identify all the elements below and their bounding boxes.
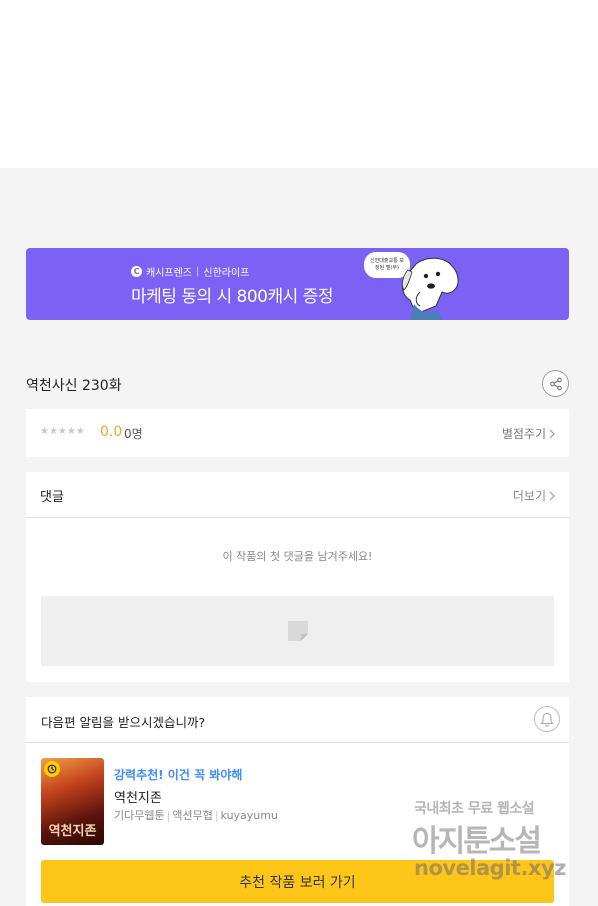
comments-more-button[interactable]: 더보기 xyxy=(513,487,555,504)
chevron-right-icon xyxy=(549,429,555,438)
promo-banner[interactable]: C 캐시프렌즈 | 신한라이프 마케팅 동의 시 800캐시 증정 신한대출교통… xyxy=(26,248,569,320)
comments-empty-message: 이 작품의 첫 댓글을 남겨주세요! xyxy=(222,550,373,563)
banner-headline: 마케팅 동의 시 800캐시 증정 xyxy=(131,287,333,307)
rating-card: ★★★★★ 0.0 0명 별점주기 xyxy=(26,409,569,457)
watermark-line2: 아지툰소설 xyxy=(412,824,542,859)
banner-brand-left: 캐시프렌즈 xyxy=(146,268,192,279)
dog-mascot-icon xyxy=(401,257,459,320)
comments-card: 댓글 더보기 이 작품의 첫 댓글을 남겨주세요! xyxy=(26,472,569,682)
recommendation-meta: 기다무웹툰 | 액션무협 | kuyayumu xyxy=(114,807,278,823)
watermark-line1: 국내최초 무료 웹소설 xyxy=(414,801,535,817)
recommendation-thumbnail[interactable]: 역천지존 xyxy=(41,758,104,845)
comments-header: 댓글 더보기 xyxy=(26,472,569,518)
episode-title-row: 역천사신 230화 xyxy=(26,370,569,398)
thumbnail-title-art: 역천지존 xyxy=(48,824,97,839)
notify-header: 다음편 알림을 받으시겠습니까? xyxy=(26,697,569,743)
bell-icon xyxy=(540,712,554,727)
recommendation-title[interactable]: 역천지존 xyxy=(114,787,162,806)
share-icon xyxy=(549,377,562,390)
share-button[interactable] xyxy=(542,370,569,397)
recommendation-category: 액션무협 xyxy=(172,809,213,822)
chevron-right-icon xyxy=(549,491,555,500)
comment-input-area[interactable] xyxy=(41,596,554,666)
notify-bell-button[interactable] xyxy=(534,706,560,732)
rating-count: 0명 xyxy=(124,427,143,441)
recommendation-author: kuyayumu xyxy=(220,809,278,822)
rate-button[interactable]: 별점주기 xyxy=(502,425,555,442)
recommendation-genre: 기다무웹툰 xyxy=(114,809,165,822)
comments-more-label: 더보기 xyxy=(512,489,546,503)
banner-brand-separator: | xyxy=(196,266,200,277)
notify-question: 다음편 알림을 받으시겠습니까? xyxy=(41,715,206,730)
rate-button-label: 별점주기 xyxy=(501,427,546,441)
banner-brand-right: 신한라이프 xyxy=(203,268,250,279)
top-blank-area xyxy=(0,0,598,168)
episode-title: 역천사신 230화 xyxy=(26,378,122,394)
comment-placeholder-icon xyxy=(287,621,308,641)
meta-separator: | xyxy=(166,809,171,822)
site-watermark: 국내최초 무료 웹소설 아지툰소설 novelagit.xyz xyxy=(410,798,598,890)
clock-badge-icon xyxy=(44,761,60,777)
banner-brands: C 캐시프렌즈 | 신한라이프 xyxy=(131,264,249,279)
rating-stars: ★★★★★ xyxy=(40,426,85,437)
rating-score: 0.0 xyxy=(100,424,123,440)
recommendation-tag: 강력추천! 이건 꼭 봐야해 xyxy=(114,768,243,782)
watermark-line3: novelagit.xyz xyxy=(414,856,566,880)
meta-separator: | xyxy=(214,809,219,822)
cash-friends-logo-icon: C xyxy=(131,266,142,277)
comments-title: 댓글 xyxy=(40,490,64,505)
